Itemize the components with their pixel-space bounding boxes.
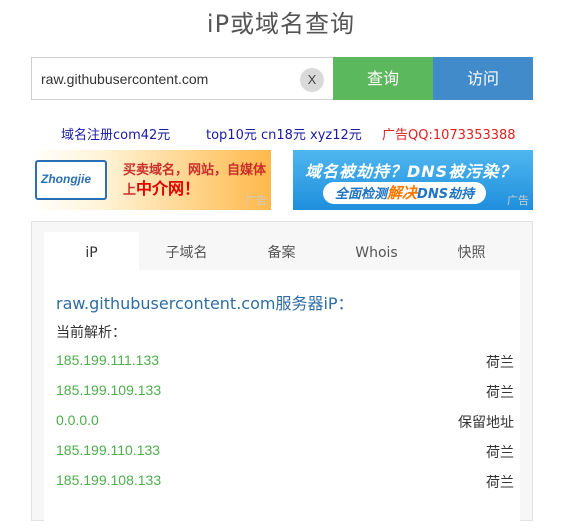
search-bar: X 查询 访问 [31,57,533,100]
ip-record-row: 185.199.108.133 荷兰 [56,472,514,492]
ip-address[interactable]: 0.0.0.0 [56,412,99,428]
ip-location: 荷兰 [486,355,514,371]
tab-whois[interactable]: Whois [329,232,424,270]
search-input[interactable] [32,58,333,99]
ad-link-qq[interactable]: 广告QQ:1073353388 [382,124,516,143]
search-box: X [31,57,333,100]
banner-right-line1: 域名被劫持？DNS被污染？ [305,162,517,181]
banner-left-line1: 买卖域名，网站，自媒体 [123,163,267,178]
ad-links: 域名注册com42元 top10元 cn18元 xyz12元 广告QQ:1073… [0,124,562,144]
ip-address[interactable]: 185.199.111.133 [56,352,159,368]
visit-button[interactable]: 访问 [433,57,533,100]
result-domain-suffix: 服务器iP： [275,294,354,313]
zhongjie-logo: Zhongjie [35,160,107,200]
ip-location: 荷兰 [486,445,514,461]
banner-dns[interactable]: 域名被劫持？DNS被污染？ 全面检测解决DNS劫持 广告 [293,150,533,210]
ip-address[interactable]: 185.199.109.133 [56,382,161,398]
banner-right-line2-hi: 解决 [387,184,418,202]
banner-right-line2-post: DNS劫持 [417,187,475,202]
clear-button[interactable]: X [300,68,324,92]
ad-link-domain-prices[interactable]: top10元 cn18元 xyz12元 [206,124,362,143]
logo-text: Zhongjie [41,172,91,186]
ip-record-row: 0.0.0.0 保留地址 [56,412,514,432]
page-title: iP或域名查询 [206,10,356,38]
ip-record-row: 185.199.110.133 荷兰 [56,442,514,462]
tab-subdomain[interactable]: 子域名 [139,232,234,270]
ip-location: 荷兰 [486,385,514,401]
banner-zhongjie[interactable]: Zhongjie 买卖域名，网站，自媒体 上中介网！ 广告 [31,150,271,210]
ip-location: 保留地址 [458,415,514,431]
result-domain[interactable]: raw.githubusercontent.com [56,294,275,313]
query-button[interactable]: 查询 [333,57,433,100]
ip-location: 荷兰 [486,475,514,491]
banner-left-line2-hi: 中介网！ [136,179,201,198]
ip-address[interactable]: 185.199.110.133 [56,442,160,458]
banner-right-line2-pre: 全面检测 [335,187,388,202]
ad-tag: 广告 [507,194,529,207]
ip-record-row: 185.199.109.133 荷兰 [56,382,514,402]
result-tabs: iP 子域名 备案 Whois 快照 [44,232,520,270]
tab-ip[interactable]: iP [44,232,139,270]
ip-address[interactable]: 185.199.108.133 [56,472,161,488]
tab-content: raw.githubusercontent.com服务器iP： 当前解析： 18… [44,270,520,530]
tab-beian[interactable]: 备案 [234,232,329,270]
current-resolution-label: 当前解析： [56,325,126,341]
banner-left-line2-pre: 上 [123,183,137,198]
ad-tag: 广告 [245,194,267,207]
tab-snapshot[interactable]: 快照 [424,232,519,270]
result-panel: iP 子域名 备案 Whois 快照 raw.githubusercontent… [31,221,533,530]
result-domain-title: raw.githubusercontent.com服务器iP： [56,290,354,314]
banner-right-line2: 全面检测解决DNS劫持 [323,182,487,204]
ip-record-row: 185.199.111.133 荷兰 [56,352,514,372]
ad-link-domain-register[interactable]: 域名注册com42元 [61,124,170,143]
